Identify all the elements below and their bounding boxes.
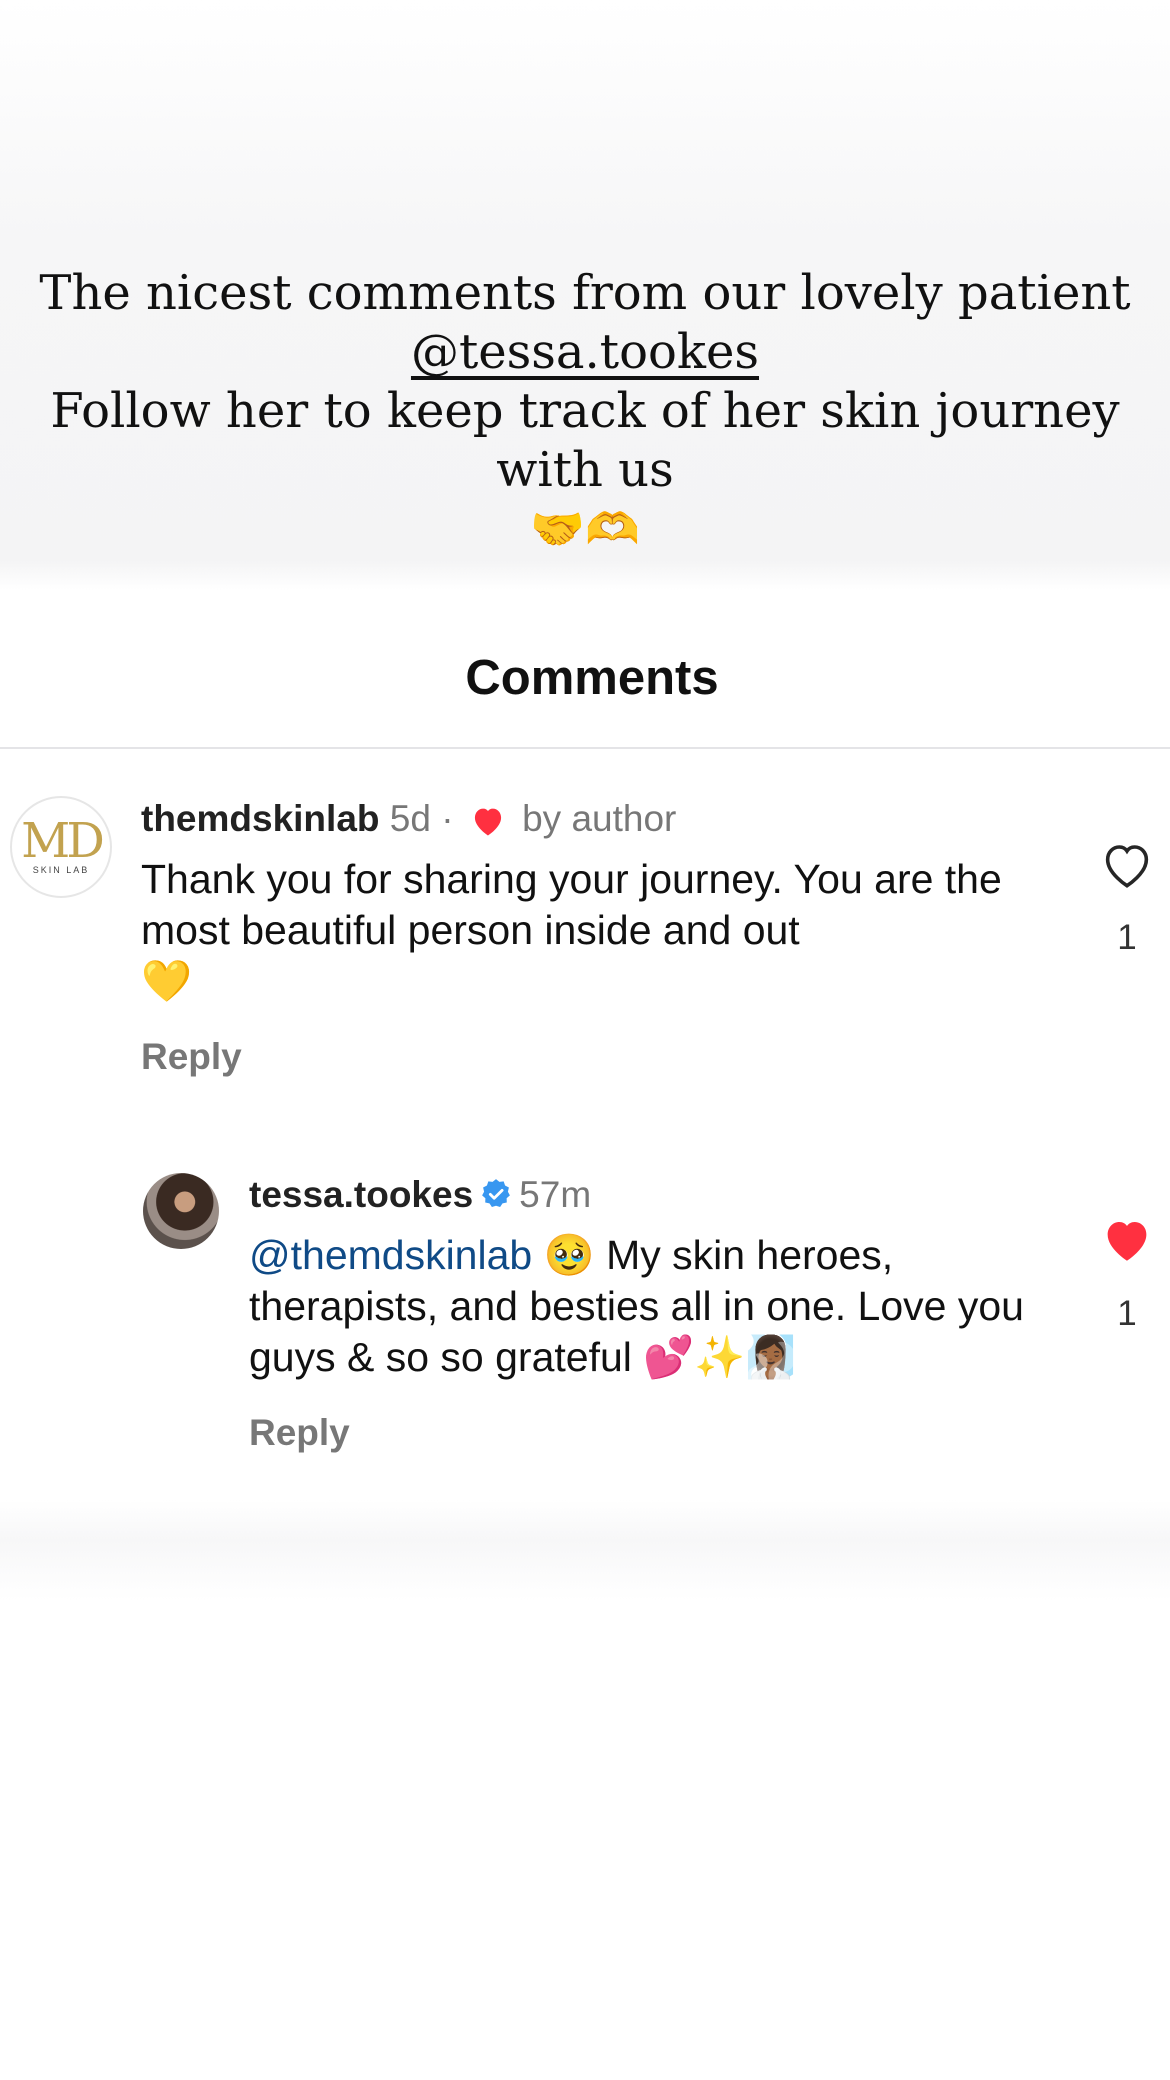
- comment-1-text: Thank you for sharing your journey. You …: [141, 854, 1061, 1007]
- comment-2-header: tessa.tookes 57m: [249, 1174, 591, 1216]
- comment-2-mention-link[interactable]: @themdskinlab: [249, 1232, 532, 1278]
- comment-2-like-count: 1: [1117, 1294, 1137, 1333]
- comment-2-liked-heart-icon[interactable]: [1100, 1215, 1154, 1265]
- comments-title: Comments: [465, 651, 719, 705]
- header-divider: [0, 747, 1170, 749]
- comment-2-mention-emoji: 🥹: [543, 1232, 595, 1278]
- comment-1-time: 5d: [389, 798, 431, 839]
- liked-by-author-label: by author: [522, 798, 677, 839]
- avatar-tessa-tookes[interactable]: [143, 1173, 219, 1249]
- caption-line-3: Follow her to keep track of her skin jou…: [50, 383, 1120, 498]
- comment-1-like-heart-icon[interactable]: [1100, 840, 1154, 890]
- comment-1-text-body: Thank you for sharing your journey. You …: [141, 856, 1002, 953]
- logo-md-text: MD: [21, 813, 105, 869]
- comment-2-username[interactable]: tessa.tookes: [249, 1174, 473, 1215]
- caption-line-1: The nicest comments from our lovely pati…: [39, 265, 1131, 321]
- comment-1-separator: ·: [441, 798, 454, 839]
- comment-2-time: 57m: [519, 1174, 592, 1215]
- caption-emojis: 🤝🫶: [530, 504, 640, 555]
- comment-1-header: themdskinlab 5d · by author: [141, 798, 676, 840]
- comment-1-like-count: 1: [1117, 918, 1137, 957]
- comment-2-emojis: 💕✨🧖🏾‍♀️: [643, 1334, 797, 1380]
- story-caption: The nicest comments from our lovely pati…: [0, 264, 1170, 559]
- comment-1-reply-button[interactable]: Reply: [141, 1036, 242, 1078]
- verified-badge-icon: [482, 1179, 511, 1208]
- logo-sub-text: SKIN LAB: [32, 865, 90, 875]
- avatar-themdskinlab[interactable]: MD SKIN LAB: [10, 796, 112, 898]
- comment-1-username[interactable]: themdskinlab: [141, 798, 380, 839]
- caption-mention-link[interactable]: @tessa.tookes: [411, 324, 759, 380]
- comment-2-reply-button[interactable]: Reply: [249, 1412, 350, 1454]
- comment-2-text: @themdskinlab 🥹 My skin heroes, therapis…: [249, 1230, 1059, 1383]
- comment-1-emoji: 💛: [141, 958, 193, 1004]
- liked-by-author-heart-icon: [474, 808, 501, 836]
